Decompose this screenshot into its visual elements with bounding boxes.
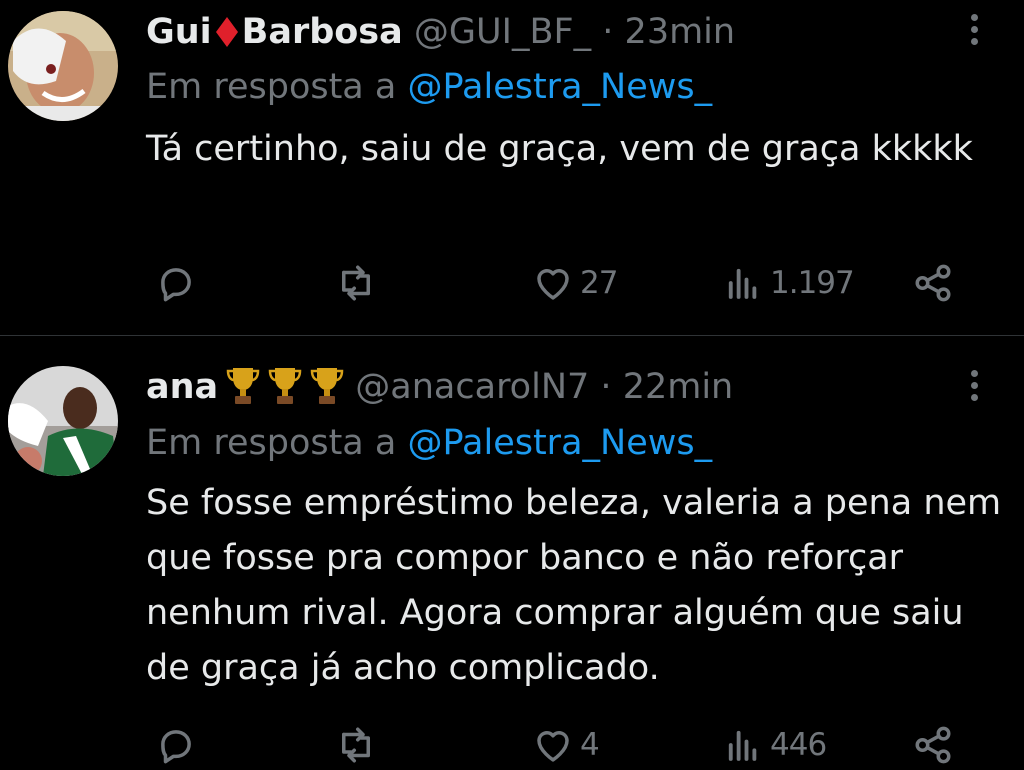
tweet-text: Se fosse empréstimo beleza, valeria a pe…	[146, 483, 1002, 688]
like-button[interactable]: 27	[532, 258, 618, 308]
trophy-icon	[268, 368, 302, 404]
reply-context: Em resposta a @Palestra_News_	[146, 423, 712, 463]
reply-icon	[161, 268, 191, 302]
more-options-icon[interactable]	[970, 14, 980, 50]
user-handle[interactable]: @anacarolN7	[355, 367, 589, 407]
retweet-button[interactable]	[335, 720, 377, 770]
view-count: 446	[770, 727, 827, 763]
timestamp[interactable]: 22min	[623, 367, 734, 407]
reply-button[interactable]	[155, 258, 197, 308]
user-handle[interactable]: @GUI_BF_	[414, 12, 591, 52]
views-icon	[728, 730, 757, 761]
separator-dot: ·	[600, 367, 612, 407]
heart-icon	[537, 269, 569, 300]
trophy-icon	[310, 368, 344, 404]
avatar[interactable]	[8, 11, 118, 121]
share-icon	[915, 264, 951, 302]
tweet-header: Gui Barbosa @GUI_BF_ · 23min	[146, 12, 735, 52]
heart-icon	[537, 731, 569, 762]
share-button[interactable]	[912, 720, 954, 770]
reply-prefix: Em resposta a	[146, 423, 397, 463]
like-count: 27	[580, 265, 618, 301]
display-name-last[interactable]: Barbosa	[242, 12, 403, 52]
like-button[interactable]: 4	[532, 720, 600, 770]
reply-to-link[interactable]: @Palestra_News_	[407, 67, 712, 107]
display-name[interactable]: ana	[146, 367, 218, 407]
trophy-icon	[226, 368, 260, 404]
retweet-button[interactable]	[335, 258, 377, 308]
reply-prefix: Em resposta a	[146, 67, 397, 107]
timestamp[interactable]: 23min	[625, 12, 736, 52]
diamond-icon	[215, 17, 238, 47]
tweet-text: Tá certinho, saiu de graça, vem de graça…	[146, 129, 973, 169]
avatar[interactable]	[8, 366, 118, 476]
reply-icon	[161, 730, 191, 764]
tweet[interactable]: Gui Barbosa @GUI_BF_ · 23min Em resposta …	[0, 0, 1024, 335]
retweet-icon	[342, 727, 370, 763]
tweet[interactable]: ana @anacarolN7 · 22min Em resposta a @P…	[0, 336, 1024, 770]
share-icon	[915, 726, 951, 764]
like-count: 4	[580, 727, 600, 763]
tweet-header: ana @anacarolN7 · 22min	[146, 366, 733, 407]
view-count: 1.197	[770, 265, 855, 301]
views-button[interactable]: 1.197	[722, 258, 855, 308]
views-button[interactable]: 446	[722, 720, 827, 770]
action-bar: 27 1.197	[0, 258, 1024, 308]
avatar-image	[8, 366, 118, 476]
retweet-icon	[342, 265, 370, 301]
reply-button[interactable]	[155, 720, 197, 770]
display-name-first[interactable]: Gui	[146, 12, 212, 52]
more-options-icon[interactable]	[970, 370, 980, 406]
separator-dot: ·	[602, 12, 614, 52]
action-bar: 4 446	[0, 720, 1024, 770]
share-button[interactable]	[912, 258, 954, 308]
avatar-image	[8, 11, 118, 121]
reply-to-link[interactable]: @Palestra_News_	[407, 423, 712, 463]
reply-context: Em resposta a @Palestra_News_	[146, 67, 712, 107]
views-icon	[728, 268, 757, 299]
